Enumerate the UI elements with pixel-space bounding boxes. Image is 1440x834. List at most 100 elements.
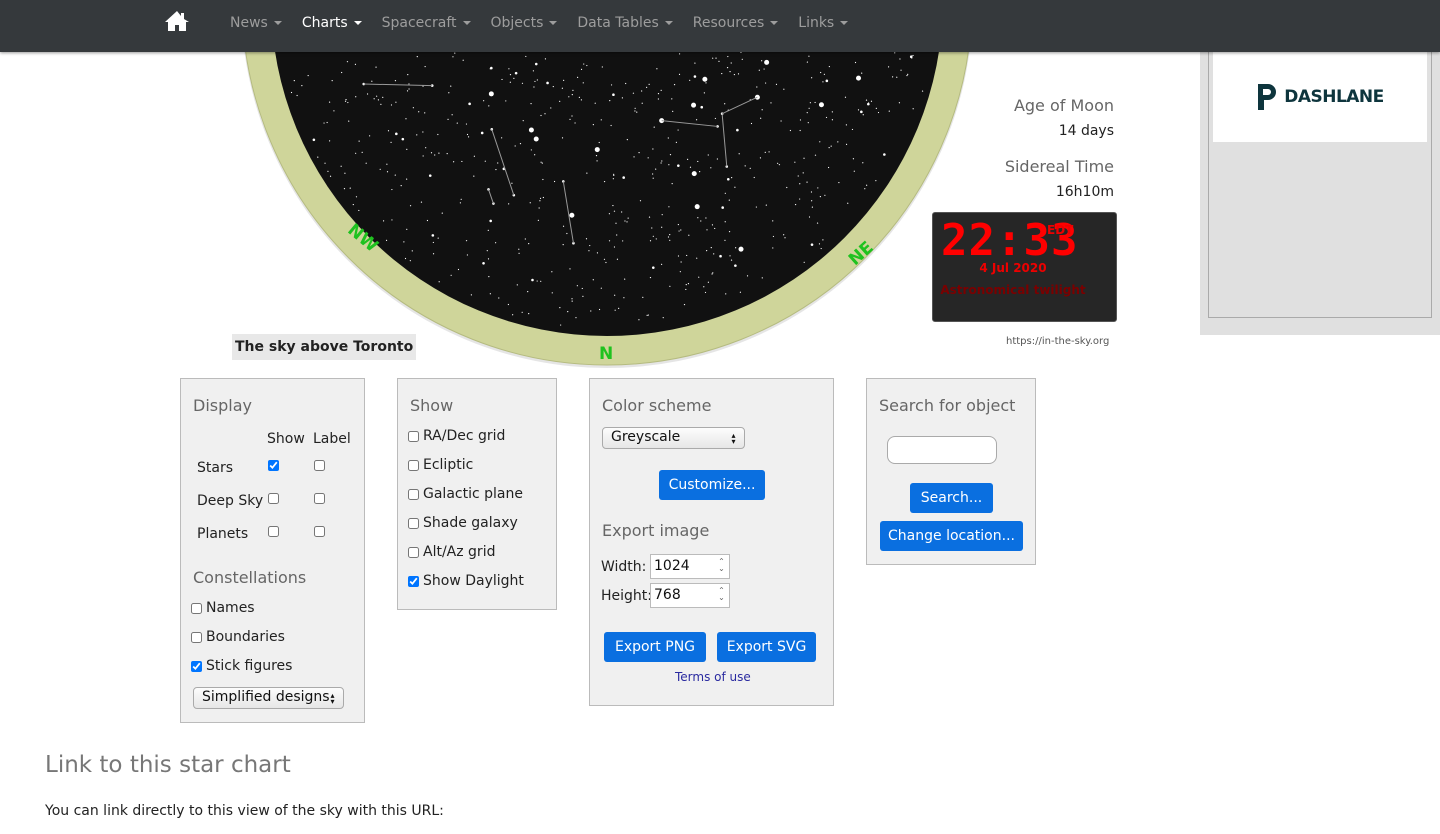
design-select[interactable]: Simplified designs [193, 687, 344, 709]
star [724, 221, 726, 223]
star [726, 177, 730, 181]
nav-links[interactable]: Links [798, 15, 849, 31]
star [616, 234, 618, 236]
star [592, 279, 594, 281]
star [696, 257, 698, 259]
star [447, 118, 449, 120]
star [864, 188, 866, 190]
deepsky-show-checkbox[interactable] [268, 493, 279, 504]
ecliptic-option[interactable]: Ecliptic [408, 457, 473, 473]
star-chart[interactable]: NW N NE [0, 0, 1000, 372]
radec-checkbox[interactable] [408, 430, 419, 442]
star [343, 187, 346, 190]
star [521, 82, 524, 84]
star [550, 107, 552, 109]
star [612, 178, 614, 180]
star [772, 247, 774, 249]
star [468, 102, 471, 106]
deepsky-label-checkbox[interactable] [314, 493, 325, 504]
home-icon[interactable] [165, 10, 189, 32]
change-location-button[interactable]: Change location... [880, 521, 1023, 551]
export-title: Export image [602, 521, 710, 540]
planets-label-checkbox[interactable] [314, 526, 325, 537]
star [437, 237, 439, 239]
star [673, 84, 676, 86]
star [862, 162, 864, 164]
dashlane-logo[interactable]: DASHLANE [1213, 52, 1427, 142]
stick-figures-checkbox[interactable] [191, 660, 202, 672]
star [616, 258, 619, 260]
shade-galaxy-option[interactable]: Shade galaxy [408, 515, 518, 531]
star [544, 113, 546, 115]
star [711, 224, 714, 226]
galactic-checkbox[interactable] [408, 488, 419, 500]
names-checkbox[interactable] [191, 602, 202, 614]
star [786, 186, 788, 189]
stick-figures-option[interactable]: Stick figures [191, 658, 292, 674]
names-option[interactable]: Names [191, 600, 255, 616]
altaz-option[interactable]: Alt/Az grid [408, 544, 495, 560]
star [655, 168, 657, 170]
star [453, 161, 455, 163]
advertisement[interactable]: DASHLANE [1200, 52, 1440, 335]
nav-charts[interactable]: Charts [302, 15, 362, 31]
star [636, 111, 638, 113]
star [401, 137, 405, 141]
star [828, 147, 830, 149]
star [530, 149, 532, 151]
altaz-checkbox[interactable] [408, 546, 419, 558]
star [524, 238, 526, 240]
star [387, 130, 390, 132]
boundaries-option[interactable]: Boundaries [191, 629, 285, 645]
nav-spacecraft[interactable]: Spacecraft [382, 15, 471, 31]
star [352, 203, 354, 206]
star [655, 238, 657, 240]
star [770, 102, 772, 104]
star [618, 307, 620, 309]
star [778, 164, 781, 166]
export-png-button[interactable]: Export PNG [604, 632, 706, 662]
terms-link[interactable]: Terms of use [675, 670, 751, 684]
radec-option[interactable]: RA/Dec grid [408, 428, 505, 444]
star [896, 76, 898, 78]
star [866, 184, 868, 186]
star [484, 160, 486, 162]
width-input[interactable]: 1024 [650, 554, 730, 579]
export-svg-button[interactable]: Export SVG [717, 632, 816, 662]
star [603, 258, 606, 260]
star [894, 52, 896, 54]
star [407, 74, 409, 76]
nav-objects[interactable]: Objects [491, 15, 558, 31]
daylight-checkbox[interactable] [408, 575, 419, 587]
stars-show-checkbox[interactable] [268, 460, 279, 471]
star [577, 76, 579, 78]
boundaries-checkbox[interactable] [191, 631, 202, 643]
star [814, 101, 816, 104]
star [571, 300, 573, 302]
nav-data-tables[interactable]: Data Tables [577, 15, 673, 31]
star [759, 157, 762, 159]
search-input[interactable] [887, 436, 997, 464]
star [647, 314, 649, 316]
star [412, 107, 414, 109]
height-input[interactable]: 768 [650, 583, 730, 608]
star [671, 98, 673, 100]
star [758, 69, 760, 71]
planets-show-checkbox[interactable] [268, 526, 279, 537]
star [501, 78, 503, 81]
stars-label-checkbox[interactable] [314, 460, 325, 471]
star [540, 280, 542, 282]
color-scheme-select[interactable]: Greyscale [602, 427, 745, 449]
star [648, 83, 650, 85]
star [900, 69, 902, 71]
ecliptic-checkbox[interactable] [408, 459, 419, 471]
nav-news[interactable]: News [230, 15, 282, 31]
star [539, 197, 542, 199]
galactic-option[interactable]: Galactic plane [408, 486, 523, 502]
search-button[interactable]: Search... [910, 483, 993, 513]
customize-button[interactable]: Customize... [659, 470, 765, 500]
nav-resources[interactable]: Resources [693, 15, 779, 31]
shade-galaxy-checkbox[interactable] [408, 517, 419, 529]
star [875, 107, 877, 109]
daylight-option[interactable]: Show Daylight [408, 573, 524, 589]
